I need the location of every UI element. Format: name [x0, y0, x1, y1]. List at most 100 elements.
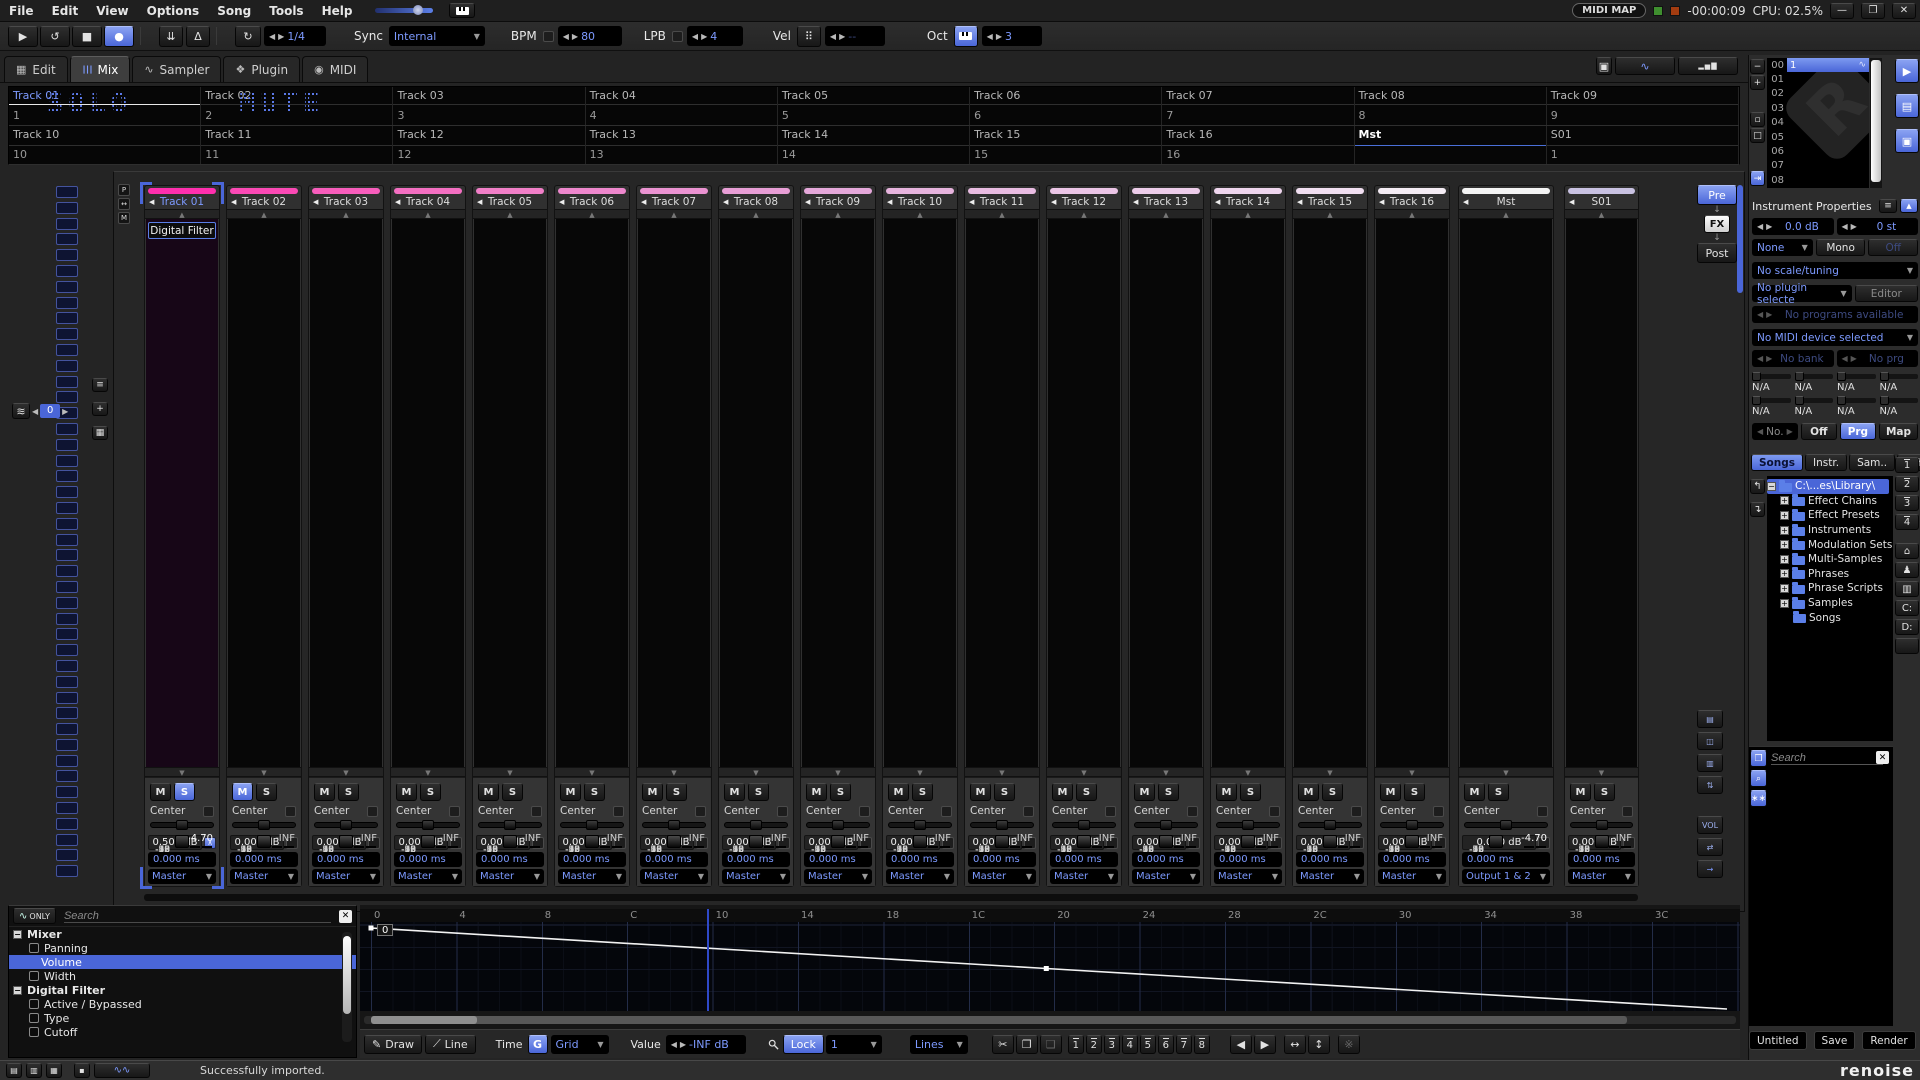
collapse-arrow-icon[interactable]: ◀	[1463, 198, 1468, 206]
pattern-digit-button-3[interactable]: 3	[1104, 1035, 1120, 1054]
drive-button-D[interactable]: D:	[1895, 619, 1919, 635]
pattern-digit-button-6[interactable]: 6	[1158, 1035, 1174, 1054]
scope-cell[interactable]: Track 011SOLO	[9, 87, 201, 125]
show-automated-only-toggle[interactable]: ∿ONLY	[13, 908, 56, 924]
inc-arrow-icon[interactable]: ▶	[62, 407, 68, 416]
track-name-button[interactable]: ◀Track 05	[473, 194, 547, 209]
instrument-name[interactable]	[1787, 87, 1869, 101]
track-name-button[interactable]: ◀Track 10	[883, 194, 957, 209]
bpm-toggle[interactable]	[543, 31, 554, 42]
mute-button[interactable]: M	[150, 783, 171, 801]
collapse-expander-icon[interactable]: −	[13, 930, 22, 939]
output-routing-dropdown[interactable]: Master▼	[640, 869, 708, 884]
device-chain-area[interactable]	[392, 219, 464, 767]
macro-map-tab[interactable]: Map	[1879, 423, 1918, 440]
automation-checkbox[interactable]	[29, 943, 39, 953]
solo-button[interactable]: S	[338, 783, 359, 801]
pan-knob[interactable]	[1160, 820, 1172, 830]
fader-handle[interactable]	[831, 835, 845, 848]
fold-up-handle[interactable]: ▲	[1293, 209, 1367, 219]
macro-slider-track[interactable]	[1752, 398, 1791, 403]
disk-tab-instr[interactable]: Instr.	[1805, 454, 1847, 471]
zoom-count-dropdown[interactable]: 1▼	[826, 1035, 882, 1054]
fader-handle[interactable]	[995, 835, 1009, 848]
fader-handle[interactable]	[1241, 835, 1255, 848]
pan-slider[interactable]	[232, 819, 296, 831]
pattern-digit-button-4[interactable]: 4	[1122, 1035, 1138, 1054]
scope-cell[interactable]: Track 099	[1547, 87, 1739, 125]
output-routing-dropdown[interactable]: Master▼	[394, 869, 462, 884]
pan-slider[interactable]	[642, 819, 706, 831]
mixer-side-button-6[interactable]: ⇄	[1697, 838, 1723, 856]
disk-folder-row[interactable]: +Effect Presets	[1767, 508, 1893, 523]
user-icon[interactable]: ♟	[1895, 562, 1919, 578]
clear-search-icon[interactable]: ✕	[1876, 751, 1889, 764]
pan-knob[interactable]	[1500, 820, 1512, 830]
matrix-slot[interactable]	[56, 202, 78, 214]
mixer-side-button-3[interactable]: ▥	[1697, 754, 1723, 772]
parameter-row[interactable]: Panning	[9, 941, 356, 955]
collapse-arrow-icon[interactable]: ◀	[1051, 198, 1056, 206]
instrument-name[interactable]: 1∿	[1787, 58, 1869, 72]
disk-folder-row[interactable]: Songs	[1767, 610, 1893, 625]
mute-button[interactable]: M	[806, 783, 827, 801]
output-routing-dropdown[interactable]: Master▼	[558, 869, 626, 884]
fold-down-handle[interactable]: ▼	[1047, 767, 1121, 777]
drive-button-more[interactable]	[1895, 638, 1919, 654]
copy-button[interactable]: ❐	[1016, 1035, 1038, 1054]
mute-button[interactable]: M	[560, 783, 581, 801]
instrument-row[interactable]: 01	[1767, 72, 1869, 86]
mute-button[interactable]: M	[888, 783, 909, 801]
macro-slider-handle[interactable]	[1837, 372, 1846, 381]
matrix-slot[interactable]	[56, 502, 78, 514]
pan-slider[interactable]	[888, 819, 952, 831]
instrument-row[interactable]: 001∿	[1767, 58, 1869, 72]
metronome-button[interactable]: Δ	[186, 26, 210, 47]
pan-knob[interactable]	[504, 820, 516, 830]
pattern-follow-button[interactable]: ⇊	[159, 26, 183, 47]
dec-arrow-icon[interactable]: ◀	[32, 407, 38, 416]
fader-handle[interactable]	[913, 835, 927, 848]
instrument-side-button-3[interactable]: ▣	[1895, 129, 1919, 153]
tab-edit[interactable]: ▦Edit	[4, 56, 68, 82]
collapse-arrow-icon[interactable]: ◀	[1569, 198, 1574, 206]
pan-slider[interactable]	[1052, 819, 1116, 831]
mute-button[interactable]: M	[1570, 783, 1591, 801]
collapse-arrow-icon[interactable]: ◀	[313, 198, 318, 206]
device-chain-area[interactable]	[1130, 219, 1202, 767]
macro-off-tab[interactable]: Off	[1801, 423, 1837, 440]
fader-handle[interactable]	[1405, 835, 1419, 848]
output-routing-dropdown[interactable]: Master▼	[230, 869, 298, 884]
track-name-button[interactable]: ◀S01	[1565, 194, 1638, 209]
expand-icon[interactable]: +	[1780, 555, 1789, 564]
inc-arrow-icon[interactable]: ▶	[572, 32, 578, 41]
slider-knob[interactable]	[413, 5, 423, 15]
matrix-slot[interactable]	[56, 628, 78, 640]
disk-folder-row[interactable]: +Phrases	[1767, 567, 1893, 582]
instrument-gutter-button-2[interactable]: +	[1750, 75, 1765, 90]
post-button[interactable]: Post	[1697, 243, 1737, 263]
pan-slider[interactable]	[396, 819, 460, 831]
matrix-slot[interactable]	[56, 723, 78, 735]
pan-knob[interactable]	[1242, 820, 1254, 830]
expand-icon[interactable]: +	[1780, 496, 1789, 505]
output-routing-dropdown[interactable]: Master▼	[804, 869, 872, 884]
midi-bank-stepper[interactable]: ◀▶No bank	[1752, 350, 1834, 367]
scope-cell[interactable]: Track 1313	[586, 126, 778, 164]
disk-preset-button-1[interactable]: 1	[1895, 457, 1919, 473]
inc-arrow-icon[interactable]: ▶	[701, 32, 707, 41]
minimize-button[interactable]: —	[1830, 3, 1854, 19]
disk-tab-songs[interactable]: Songs	[1751, 454, 1803, 471]
envelope-point[interactable]	[369, 926, 374, 931]
instrument-gutter-button-3[interactable]: ▫	[1750, 112, 1765, 127]
draw-tool-button[interactable]: ✎Draw	[364, 1035, 422, 1054]
pan-slider[interactable]	[150, 819, 214, 831]
disk-nav-button-2[interactable]: ↴	[1750, 502, 1765, 517]
macro-slider-track[interactable]	[1795, 374, 1834, 379]
scope-cell[interactable]: Track 1111	[201, 126, 393, 164]
track-name-button[interactable]: ◀Track 01	[145, 194, 219, 209]
save-button[interactable]: Save	[1814, 1031, 1856, 1050]
surround-checkbox[interactable]	[449, 806, 460, 817]
parameter-search-input[interactable]	[64, 910, 331, 923]
matrix-slot[interactable]	[56, 470, 78, 482]
